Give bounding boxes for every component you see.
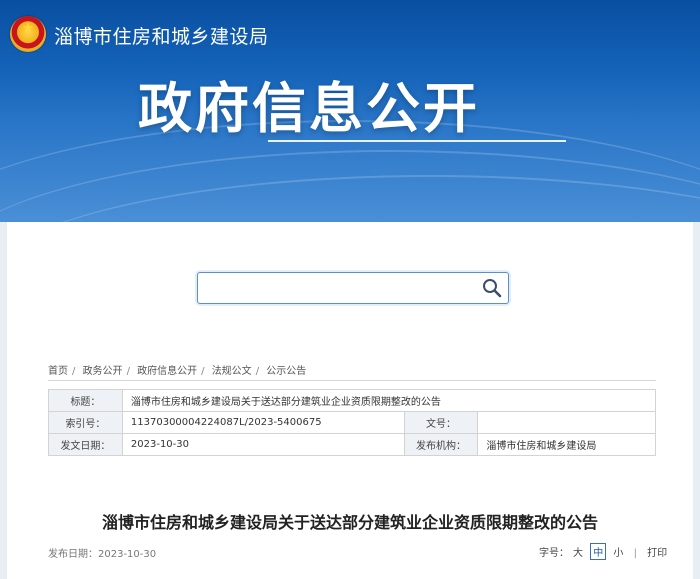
banner-title: 政府信息公开 [138,77,480,140]
font-size-small[interactable]: 小 [613,548,623,559]
article-tools: 字号： 大 中 小 | 打印 [537,543,669,560]
article-title: 淄博市住房和城乡建设局关于送达部分建筑业企业资质限期整改的公告 [101,513,598,532]
publish-date: 发布日期：2023-10-30 [48,549,157,560]
print-button[interactable]: 打印 [647,548,667,559]
tool-separator: | [633,548,637,559]
meta-docno-value [477,411,656,434]
breadcrumb-info-disclosure[interactable]: 政府信息公开 [137,366,197,377]
breadcrumb-home[interactable]: 首页 [48,366,68,377]
divider [48,380,656,381]
search-box[interactable] [197,272,509,304]
national-emblem-icon[interactable]: ★ [10,16,46,52]
meta-title-value: 淄博市住房和城乡建设局关于送达部分建筑业企业资质限期整改的公告 [121,389,657,412]
breadcrumb-regulations[interactable]: 法规公文 [212,366,252,377]
search-input[interactable] [206,277,470,299]
title-underline [268,140,566,142]
meta-date-label: 发文日期： [48,433,123,456]
search-icon[interactable] [482,278,502,298]
meta-org-value: 淄博市住房和城乡建设局 [477,433,656,456]
font-size-medium[interactable]: 中 [590,543,607,560]
breadcrumb: 首页 / 政务公开 / 政府信息公开 / 法规公文 / 公示公告 [48,366,307,377]
breadcrumb-gov-affairs[interactable]: 政务公开 [83,366,123,377]
meta-date-value: 2023-10-30 [121,433,405,456]
meta-index-label: 索引号： [48,411,123,434]
meta-org-label: 发布机构： [403,433,479,456]
font-size-large[interactable]: 大 [573,548,583,559]
meta-docno-label: 文号： [403,411,479,434]
site-name[interactable]: 淄博市住房和城乡建设局 [54,22,269,49]
star-icon: ★ [22,21,34,36]
header-banner: ★ 淄博市住房和城乡建设局 政府信息公开 [0,0,700,222]
meta-index-value: 11370300004224087L/2023-5400675 [121,411,405,434]
meta-title-label: 标题： [48,389,123,412]
font-size-label: 字号： [539,548,569,559]
document-meta-table: 标题： 淄博市住房和城乡建设局关于送达部分建筑业企业资质限期整改的公告 索引号：… [48,389,657,456]
breadcrumb-announcements[interactable]: 公示公告 [266,366,306,377]
